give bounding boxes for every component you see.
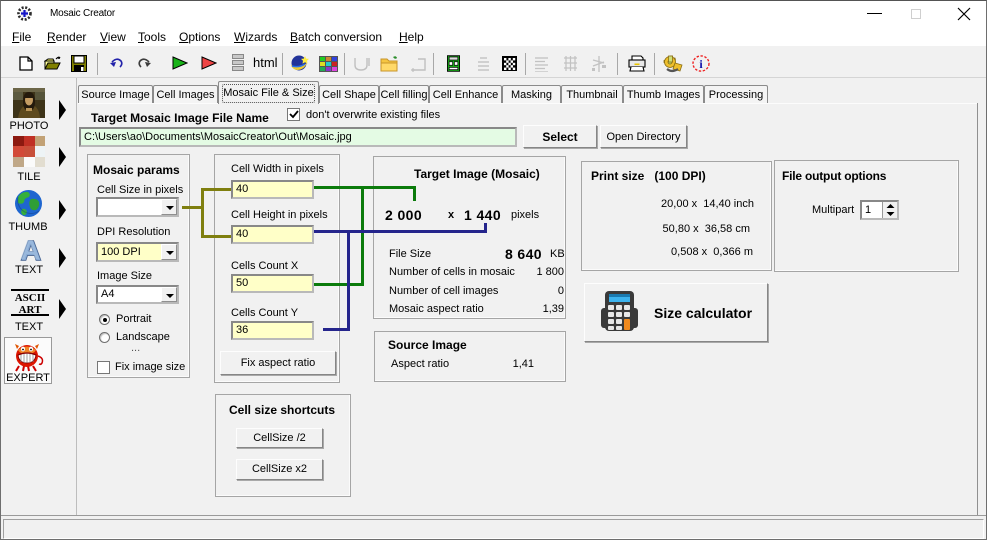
- svg-text:A: A: [20, 238, 40, 262]
- svg-text:i: i: [699, 57, 703, 71]
